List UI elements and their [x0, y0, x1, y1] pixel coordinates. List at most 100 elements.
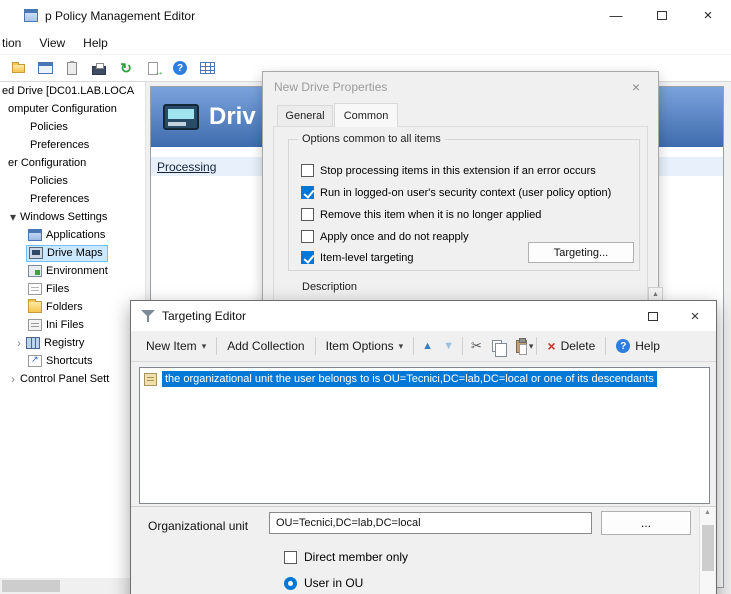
move-up-icon[interactable]: ▲ — [417, 340, 438, 352]
option-apply-once[interactable]: Apply once and do not reapply — [301, 230, 469, 243]
close-button[interactable]: × — [685, 0, 731, 31]
tree-item-preferences-computer[interactable]: Preferences — [0, 136, 145, 154]
tree-item-applications[interactable]: Applications — [0, 226, 145, 244]
tree-item-folders[interactable]: Folders — [0, 298, 145, 316]
new-item-button[interactable]: New Item▾ — [139, 335, 213, 357]
paste-icon[interactable] — [516, 340, 527, 353]
tree-item-ini-files[interactable]: Ini Files — [0, 316, 145, 334]
description-label: Description — [302, 281, 357, 293]
scrollbar-thumb[interactable] — [702, 525, 714, 571]
organizational-unit-input[interactable] — [269, 512, 592, 534]
tree-item-environment[interactable]: Environment — [0, 262, 145, 280]
menu-action[interactable]: tion — [0, 32, 30, 54]
properties-title: New Drive Properties — [274, 80, 387, 94]
checkbox-checked[interactable] — [301, 251, 314, 264]
checkbox-unchecked[interactable] — [301, 208, 314, 221]
minimize-button[interactable]: — — [593, 0, 639, 31]
funnel-icon — [141, 309, 155, 323]
tab-common[interactable]: Common — [334, 103, 398, 127]
clipboard-icon[interactable] — [62, 59, 82, 78]
help-button[interactable]: ?Help — [609, 335, 667, 357]
checkbox-unchecked[interactable] — [301, 164, 314, 177]
user-in-ou-option[interactable]: User in OU — [284, 576, 363, 590]
radio-selected[interactable] — [284, 577, 297, 590]
up-one-level-icon[interactable] — [8, 59, 28, 78]
delete-button[interactable]: ×Delete — [540, 334, 602, 358]
clipboard-glyph — [67, 62, 77, 75]
export-arrow-icon: → — [154, 67, 164, 78]
option-item-level-targeting[interactable]: Item-level targeting — [301, 251, 414, 264]
option-run-in-user-context[interactable]: Run in logged-on user's security context… — [301, 186, 611, 199]
main-titlebar: p Policy Management Editor — × — [0, 0, 731, 31]
menu-view[interactable]: View — [30, 32, 74, 54]
refresh-icon[interactable]: ↻ — [116, 59, 136, 78]
processing-link[interactable]: Processing — [157, 160, 216, 174]
direct-member-only-option[interactable]: Direct member only — [284, 550, 408, 564]
targeting-close-button[interactable]: × — [674, 301, 716, 331]
toolbar-separator — [536, 337, 537, 355]
export-list-icon[interactable]: → — [143, 59, 163, 78]
folders-icon — [28, 301, 42, 313]
browse-button[interactable]: ... — [601, 511, 691, 535]
targeting-item-row[interactable]: the organizational unit the user belongs… — [140, 371, 709, 387]
caret-down-icon: ▾ — [202, 341, 207, 352]
tree-item-shortcuts[interactable]: Shortcuts — [0, 352, 145, 370]
targeting-toolbar: New Item▾ Add Collection Item Options▾ ▲… — [131, 331, 716, 362]
collapsed-chevron-icon[interactable]: › — [6, 372, 20, 386]
tree-item-preferences-user[interactable]: Preferences — [0, 190, 145, 208]
option-stop-processing[interactable]: Stop processing items in this extension … — [301, 164, 596, 177]
options-vertical-scrollbar[interactable]: ▲ — [699, 507, 715, 594]
checkbox-unchecked[interactable] — [301, 230, 314, 243]
checkbox-checked[interactable] — [301, 186, 314, 199]
menu-help[interactable]: Help — [74, 32, 117, 54]
tree-item-policies-computer[interactable]: Policies — [0, 118, 145, 136]
targeting-maximize-button[interactable] — [632, 301, 674, 331]
organizational-unit-label: Organizational unit — [148, 519, 248, 533]
new-drive-properties-dialog: New Drive Properties × General Common Op… — [262, 71, 659, 321]
tree-item-control-panel-settings[interactable]: ›Control Panel Sett — [0, 370, 145, 388]
expanded-chevron-icon[interactable]: ▾ — [6, 210, 20, 224]
console-table-icon[interactable] — [197, 59, 217, 78]
cut-icon[interactable]: ✂ — [466, 338, 487, 354]
tab-general[interactable]: General — [277, 105, 333, 126]
printer-glyph — [92, 66, 106, 75]
targeting-titlebar: Targeting Editor × — [131, 301, 716, 331]
options-groupbox: Options common to all items Stop process… — [288, 139, 640, 271]
paste-dropdown-icon[interactable]: ▾ — [529, 341, 534, 352]
console-tree: ed Drive [DC01.LAB.LOCA omputer Configur… — [0, 82, 146, 578]
scrollbar-thumb[interactable] — [2, 580, 60, 592]
common-tab-page: Options common to all items Stop process… — [273, 126, 648, 312]
delete-x-icon: × — [547, 338, 555, 354]
menu-bar: tion View Help — [0, 31, 731, 55]
table-icon — [200, 62, 215, 74]
window-icon — [38, 62, 53, 74]
move-down-icon[interactable]: ▼ — [438, 340, 459, 352]
scroll-up-icon[interactable]: ▲ — [700, 509, 715, 516]
collapsed-chevron-icon[interactable]: › — [12, 336, 26, 350]
printer-icon[interactable] — [89, 59, 109, 78]
targeting-button[interactable]: Targeting... — [528, 242, 634, 263]
tree-item-computer-configuration[interactable]: omputer Configuration — [0, 100, 145, 118]
tree-item-user-configuration[interactable]: er Configuration — [0, 154, 145, 172]
option-remove-when-not-applied[interactable]: Remove this item when it is no longer ap… — [301, 208, 541, 221]
add-collection-button[interactable]: Add Collection — [220, 335, 311, 357]
show-console-tree-icon[interactable] — [35, 59, 55, 78]
tree-item-files[interactable]: Files — [0, 280, 145, 298]
tree-item-drive-maps[interactable]: Drive Maps — [0, 244, 145, 262]
panel-divider — [131, 506, 716, 507]
pane-header-title: Driv — [209, 103, 256, 131]
tree-item-gpo-root[interactable]: ed Drive [DC01.LAB.LOCA — [0, 82, 145, 100]
help-circle-icon: ? — [616, 339, 630, 353]
checkbox-unchecked[interactable] — [284, 551, 297, 564]
maximize-button[interactable] — [639, 0, 685, 31]
tree-item-registry[interactable]: ›Registry — [0, 334, 145, 352]
item-options-button[interactable]: Item Options▾ — [319, 335, 411, 357]
tree-horizontal-scrollbar[interactable] — [0, 578, 146, 594]
tree-item-policies-user[interactable]: Policies — [0, 172, 145, 190]
targeting-items-list: the organizational unit the user belongs… — [139, 367, 710, 504]
copy-icon[interactable] — [492, 340, 502, 352]
description-scrollbar-stub[interactable]: ▲ — [648, 287, 663, 301]
tree-item-windows-settings[interactable]: ▾Windows Settings — [0, 208, 145, 226]
help-icon[interactable]: ? — [170, 59, 190, 78]
properties-close-button[interactable]: × — [622, 72, 650, 101]
